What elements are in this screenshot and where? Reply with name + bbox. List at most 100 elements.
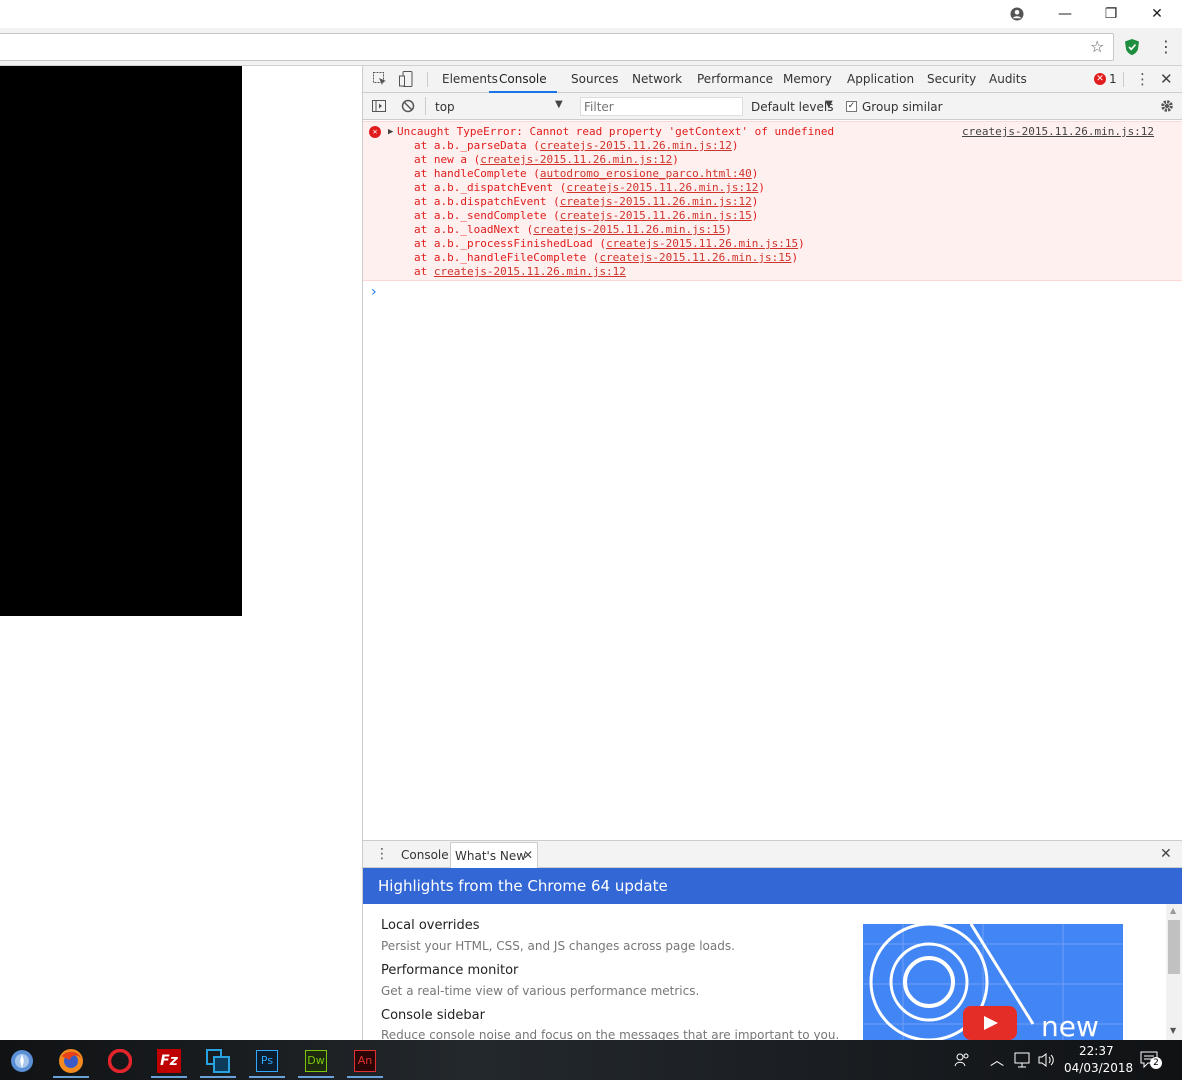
levels-chevron-icon[interactable]: ▼ — [825, 99, 833, 110]
volume-icon[interactable] — [1038, 1052, 1056, 1068]
feature-description: Persist your HTML, CSS, and JS changes a… — [381, 939, 735, 953]
error-count-icon[interactable]: ✕ — [1094, 73, 1106, 85]
chrome-menu-icon[interactable]: ⋮ — [1158, 37, 1174, 56]
taskbar-app-opera[interactable] — [100, 1044, 140, 1078]
tab-memory[interactable]: Memory — [783, 66, 832, 93]
close-devtools-icon[interactable]: ✕ — [1160, 70, 1173, 88]
video-thumbnail[interactable]: new — [863, 924, 1123, 1040]
shield-extension-icon[interactable] — [1124, 38, 1140, 56]
clock-time[interactable]: 22:37 — [1079, 1044, 1114, 1058]
chevron-down-icon: ▼ — [555, 99, 563, 110]
video-word: new — [1041, 1010, 1099, 1040]
stack-frame-link[interactable]: createjs-2015.11.26.min.js:15 — [606, 237, 798, 250]
youtube-play-icon[interactable] — [963, 1006, 1017, 1040]
devtools-panel: Elements Console Sources Network Perform… — [362, 66, 1182, 1040]
tab-performance[interactable]: Performance — [697, 66, 773, 93]
feature-title[interactable]: Performance monitor — [381, 963, 518, 978]
whats-new-banner: Highlights from the Chrome 64 update — [363, 868, 1182, 904]
show-hidden-icons-icon[interactable]: ︿ — [990, 1050, 1004, 1070]
account-icon[interactable] — [994, 0, 1040, 28]
error-count[interactable]: 1 — [1109, 72, 1117, 86]
group-similar-checkbox[interactable]: ✓ — [846, 101, 857, 112]
taskbar-app-filezilla[interactable]: Fz — [149, 1044, 189, 1078]
stack-frame-link[interactable]: createjs-2015.11.26.min.js:12 — [566, 181, 758, 194]
context-value: top — [435, 100, 455, 114]
stack-frame-text: at a.b.dispatchEvent ( — [414, 195, 560, 208]
device-toolbar-icon[interactable] — [399, 71, 413, 87]
stack-frame-text: ) — [751, 167, 759, 180]
clear-console-icon[interactable] — [401, 99, 415, 113]
devtools-menu-icon[interactable]: ⋮ — [1135, 70, 1150, 88]
console-output: ✕ ▶ Uncaught TypeError: Cannot read prop… — [363, 121, 1182, 840]
stack-frame: at a.b._handleFileComplete (createjs-201… — [414, 251, 798, 265]
console-filter-input[interactable] — [580, 97, 743, 116]
taskbar-active-indicator — [347, 1076, 383, 1078]
taskbar-active-indicator — [200, 1076, 236, 1078]
people-icon[interactable] — [953, 1051, 971, 1069]
minimize-button[interactable]: — — [1042, 0, 1088, 28]
taskbar-app-dreamweaver[interactable]: Dw — [296, 1044, 336, 1078]
stack-frame-link[interactable]: createjs-2015.11.26.min.js:12 — [560, 195, 752, 208]
stack-frame-text: ) — [798, 237, 805, 250]
stack-frame-link[interactable]: createjs-2015.11.26.min.js:12 — [480, 153, 672, 166]
log-levels-dropdown[interactable]: Default levels — [751, 100, 833, 114]
stack-frame-link[interactable]: createjs-2015.11.26.min.js:12 — [434, 265, 626, 278]
taskbar-app-animate[interactable]: An — [345, 1044, 385, 1078]
taskbar-app-finder[interactable] — [2, 1044, 42, 1078]
error-source-link[interactable]: createjs-2015.11.26.min.js:12 — [962, 125, 1154, 139]
scroll-up-icon[interactable]: ▲ — [1170, 906, 1176, 915]
stack-frame-text: at a.b._dispatchEvent ( — [414, 181, 567, 194]
inspect-element-icon[interactable] — [373, 72, 387, 86]
taskbar-app-firefox[interactable] — [51, 1044, 91, 1078]
toolbar-divider — [425, 97, 426, 115]
stack-frame-link[interactable]: createjs-2015.11.26.min.js:15 — [560, 209, 752, 222]
tab-sources[interactable]: Sources — [571, 66, 618, 93]
feature-title[interactable]: Local overrides — [381, 918, 480, 933]
expand-triangle-icon[interactable]: ▶ — [388, 127, 393, 137]
scrollbar-thumb[interactable] — [1168, 920, 1180, 974]
stack-frame: at a.b.dispatchEvent (createjs-2015.11.2… — [414, 195, 758, 209]
scroll-down-icon[interactable]: ▼ — [1170, 1026, 1176, 1035]
stack-frame-link[interactable]: autodromo_erosione_parco.html:40 — [540, 167, 752, 180]
close-tab-icon[interactable]: ✕ — [523, 848, 533, 862]
console-settings-gear-icon[interactable] — [1159, 98, 1175, 114]
stack-frame-text: ) — [758, 181, 766, 194]
taskbar-app-window[interactable] — [198, 1044, 238, 1078]
drawer-tab-whats-new[interactable]: What's New ✕ — [450, 842, 538, 868]
taskbar-app-photoshop[interactable]: Ps — [247, 1044, 287, 1078]
clock-date[interactable]: 04/03/2018 — [1064, 1061, 1133, 1075]
tab-application[interactable]: Application — [847, 66, 914, 93]
restore-button[interactable]: ❐ — [1088, 0, 1134, 28]
tab-divider — [427, 72, 428, 87]
scrollbar[interactable]: ▲ ▼ — [1166, 904, 1182, 1040]
stack-frame-text: at a.b._processFinishedLoad ( — [414, 237, 607, 250]
context-selector[interactable]: top ▼ — [429, 96, 569, 116]
stack-frame: at a.b._loadNext (createjs-2015.11.26.mi… — [414, 223, 732, 237]
show-sidebar-icon[interactable] — [372, 99, 386, 113]
action-center-icon[interactable]: 2 — [1140, 1051, 1162, 1071]
page-viewport — [0, 66, 362, 1040]
drawer-menu-icon[interactable]: ⋮ — [375, 846, 389, 862]
bookmark-star-icon[interactable]: ☆ — [1090, 37, 1104, 56]
animate-icon: An — [354, 1050, 376, 1072]
page-canvas — [0, 66, 242, 616]
tab-console[interactable]: Console — [489, 66, 557, 93]
close-window-button[interactable]: ✕ — [1134, 0, 1180, 28]
tab-security[interactable]: Security — [927, 66, 976, 93]
stack-frame-link[interactable]: createjs-2015.11.26.min.js:15 — [599, 251, 791, 264]
stack-frame-text: at handleComplete ( — [414, 167, 540, 180]
tab-audits[interactable]: Audits — [989, 66, 1027, 93]
address-bar-row: ☆ ⋮ — [0, 28, 1182, 66]
console-prompt-icon[interactable]: › — [371, 284, 377, 300]
taskbar-active-indicator — [151, 1076, 187, 1078]
stack-frame-link[interactable]: createjs-2015.11.26.min.js:15 — [533, 223, 725, 236]
close-drawer-icon[interactable]: ✕ — [1160, 846, 1172, 862]
omnibox[interactable]: ☆ — [0, 33, 1114, 61]
tab-network[interactable]: Network — [632, 66, 682, 93]
group-similar-label: Group similar — [862, 100, 943, 114]
drawer-tab-console[interactable]: Console — [401, 848, 449, 862]
stack-frame-link[interactable]: createjs-2015.11.26.min.js:12 — [540, 139, 732, 152]
network-icon[interactable] — [1014, 1052, 1032, 1068]
stack-frame: at a.b._processFinishedLoad (createjs-20… — [414, 237, 805, 251]
feature-title[interactable]: Console sidebar — [381, 1008, 485, 1023]
